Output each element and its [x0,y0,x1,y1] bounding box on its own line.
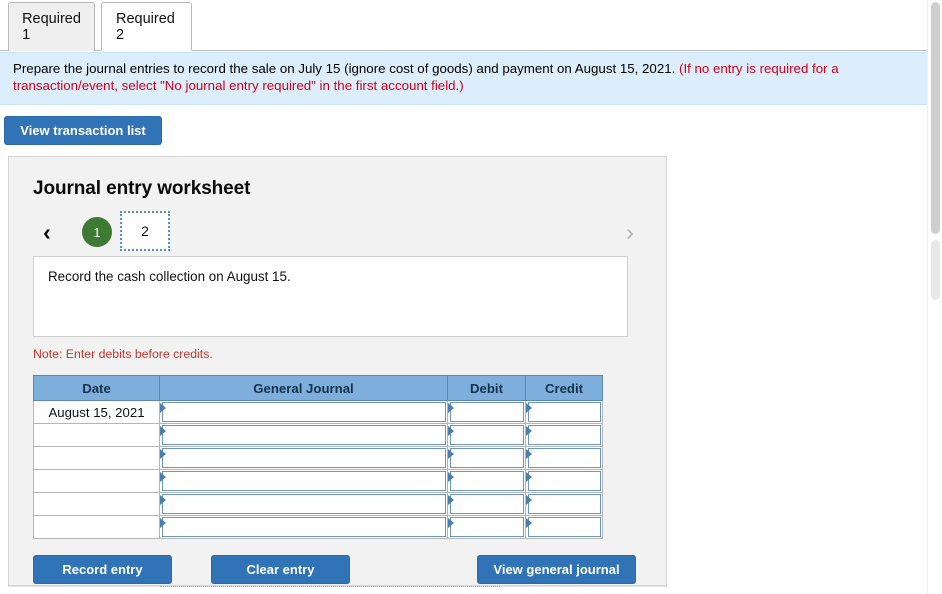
page-scrollbar-thumb[interactable] [931,2,940,234]
cell-debit[interactable] [447,423,526,447]
credit-input-field[interactable] [526,402,601,422]
record-entry-button[interactable]: Record entry [33,555,172,584]
cell-debit[interactable] [447,446,526,470]
tab-strip: Required 1 Required 2 [0,0,942,51]
clear-entry-button[interactable]: Clear entry [211,555,350,584]
column-header-debit: Debit [447,375,526,401]
focus-outline [160,586,500,587]
worksheet-title: Journal entry worksheet [33,178,251,199]
cell-general-journal[interactable] [159,446,448,470]
account-select-field[interactable] [160,471,446,491]
column-header-credit: Credit [525,375,603,401]
cell-general-journal[interactable] [159,400,448,424]
chevron-left-icon[interactable]: ‹ [34,217,60,247]
page-scrollbar-thumb-secondary[interactable] [931,240,940,300]
cell-debit[interactable] [447,515,526,539]
worksheet-description-box: Record the cash collection on August 15. [33,256,628,337]
debit-input-field[interactable] [448,517,524,537]
cell-credit[interactable] [525,446,603,470]
clear-entry-label: Clear entry [246,562,315,577]
tab-required-1[interactable]: Required 1 [8,2,95,51]
cell-date[interactable] [33,515,160,539]
cell-date[interactable] [33,423,160,447]
table-header-row: Date General Journal Debit Credit [33,375,603,401]
debit-input-field[interactable] [448,448,524,468]
view-transaction-list-button[interactable]: View transaction list [4,116,162,145]
table-row: August 15, 2021 [33,400,603,424]
credit-input-field[interactable] [526,471,601,491]
credit-input-field[interactable] [526,448,601,468]
cell-date[interactable] [33,469,160,493]
cell-date[interactable] [33,446,160,470]
cell-general-journal[interactable] [159,515,448,539]
worksheet-step-2[interactable]: 2 [120,211,170,251]
column-header-general-journal: General Journal [159,375,448,401]
view-general-journal-label: View general journal [493,562,620,577]
cell-debit[interactable] [447,400,526,424]
tab-required-1-label: Required 1 [22,11,81,43]
debit-input-field[interactable] [448,402,524,422]
tab-required-2-label: Required 2 [116,10,175,43]
cell-credit[interactable] [525,400,603,424]
cell-credit[interactable] [525,469,603,493]
account-select-field[interactable] [160,402,446,422]
cell-credit[interactable] [525,492,603,516]
account-select-field[interactable] [160,448,446,468]
chevron-right-icon[interactable]: › [617,217,643,247]
view-general-journal-button[interactable]: View general journal [477,555,636,584]
cell-general-journal[interactable] [159,423,448,447]
account-select-field[interactable] [160,517,446,537]
table-row [33,469,603,493]
credit-input-field[interactable] [526,494,601,514]
table-row [33,423,603,447]
credit-input-field[interactable] [526,425,601,445]
debit-input-field[interactable] [448,425,524,445]
cell-date[interactable] [33,492,160,516]
instruction-banner: Prepare the journal entries to record th… [0,52,932,106]
cell-credit[interactable] [525,423,603,447]
journal-entry-table: Date General Journal Debit Credit August… [33,375,603,539]
instruction-main-text: Prepare the journal entries to record th… [13,61,676,76]
account-select-field[interactable] [160,494,446,514]
worksheet-step-2-label: 2 [141,223,149,239]
table-row [33,492,603,516]
debit-input-field[interactable] [448,494,524,514]
cell-debit[interactable] [447,492,526,516]
column-header-date: Date [33,375,160,401]
cell-general-journal[interactable] [159,492,448,516]
page-scrollbar[interactable] [927,0,942,594]
table-row [33,446,603,470]
table-row [33,515,603,539]
worksheet-step-1-label: 1 [93,224,101,240]
debit-input-field[interactable] [448,471,524,491]
worksheet-step-1[interactable]: 1 [82,217,112,247]
cell-debit[interactable] [447,469,526,493]
worksheet-description-text: Record the cash collection on August 15. [48,269,291,284]
debits-before-credits-note: Note: Enter debits before credits. [33,347,213,361]
account-select-field[interactable] [160,425,446,445]
cell-credit[interactable] [525,515,603,539]
cell-date[interactable]: August 15, 2021 [33,400,160,424]
record-entry-label: Record entry [62,562,143,577]
view-transaction-list-label: View transaction list [20,123,146,138]
tab-required-2[interactable]: Required 2 [101,2,192,51]
journal-entry-worksheet-card: Journal entry worksheet ‹ 1 2 › Record t… [8,156,667,586]
cell-general-journal[interactable] [159,469,448,493]
credit-input-field[interactable] [526,517,601,537]
